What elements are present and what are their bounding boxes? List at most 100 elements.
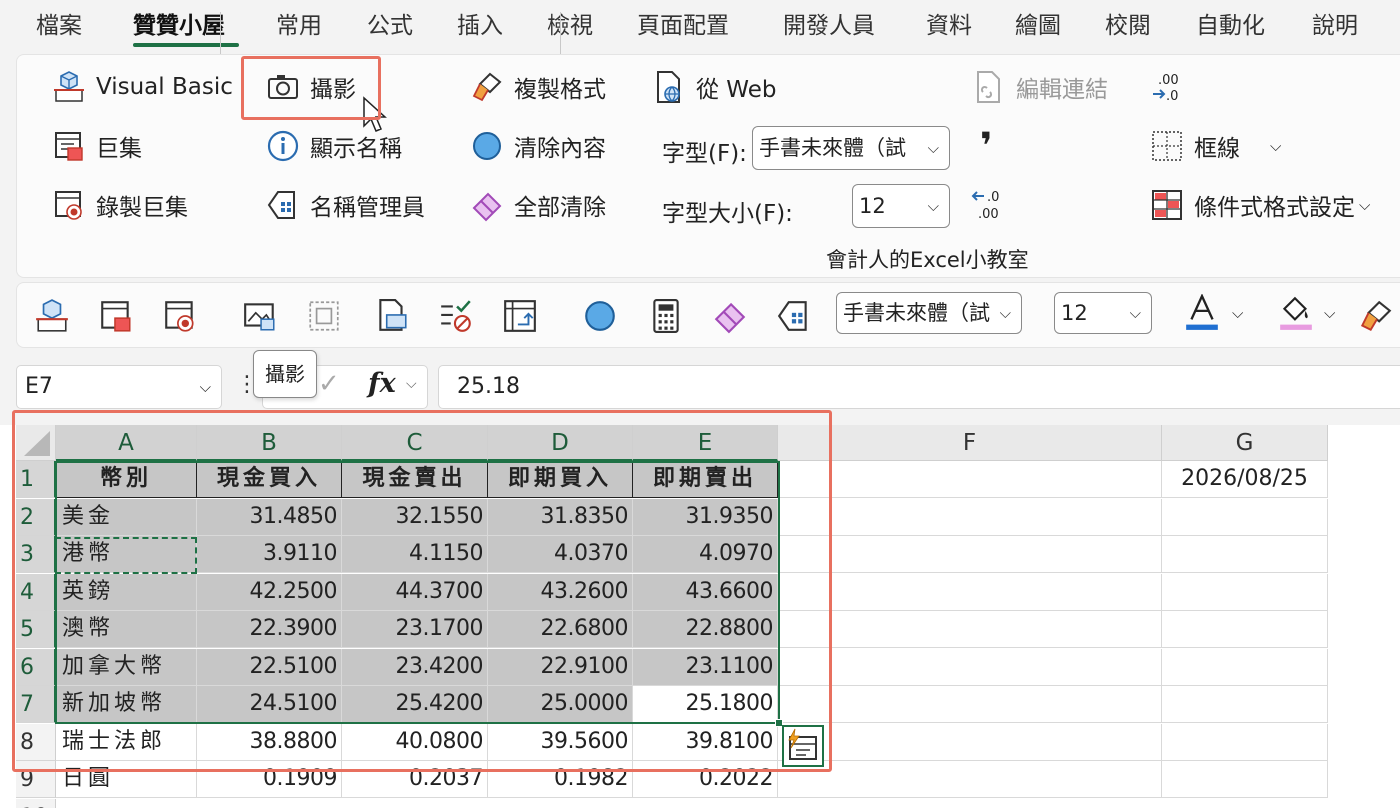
empty-cell[interactable] — [1162, 498, 1328, 536]
column-header-b[interactable]: B — [197, 425, 342, 461]
empty-cell[interactable] — [778, 498, 1162, 536]
rate-cell[interactable]: 43.2600 — [488, 573, 633, 611]
qat-font-size-select[interactable]: 12 ⌵ — [1054, 292, 1152, 334]
rate-cell[interactable]: 22.9100 — [488, 648, 633, 686]
rate-cell[interactable]: 0.1982 — [488, 761, 633, 798]
tab-home[interactable]: 常用 — [276, 6, 322, 40]
rate-cell[interactable]: 0.1909 — [197, 761, 342, 798]
empty-cell[interactable] — [1162, 761, 1328, 798]
rate-cell[interactable]: 40.0800 — [342, 723, 488, 761]
rate-cell[interactable]: 25.1800 — [633, 686, 778, 723]
picture-icon[interactable] — [242, 298, 278, 334]
rate-cell[interactable]: 25.0000 — [488, 686, 633, 723]
visual-basic-button[interactable]: Visual Basic — [52, 70, 233, 104]
font-select[interactable]: 手書未來體（試 ⌵ — [752, 126, 950, 170]
column-header-e[interactable]: E — [633, 425, 778, 461]
row-header-3[interactable]: 3 — [16, 536, 56, 573]
conditional-format-button[interactable]: 條件式格式設定 ⌵ — [1150, 188, 1370, 222]
rate-cell[interactable]: 3.9110 — [197, 536, 342, 573]
rate-cell[interactable]: 4.0970 — [633, 536, 778, 573]
column-header-c[interactable]: C — [342, 425, 488, 461]
formula-input[interactable]: 25.18 — [438, 365, 1400, 409]
column-header-g[interactable]: G — [1162, 425, 1328, 461]
date-cell[interactable]: 2026/08/25 — [1162, 461, 1328, 498]
header-cell[interactable]: 即期賣出 — [633, 461, 778, 498]
qat-font-select[interactable]: 手書未來體（試 ⌵ — [836, 292, 1022, 334]
empty-cell[interactable] — [778, 686, 1162, 723]
currency-cell[interactable]: 英鎊 — [56, 573, 197, 611]
rate-cell[interactable]: 42.2500 — [197, 573, 342, 611]
fill-color-icon[interactable] — [1278, 294, 1314, 332]
rate-cell[interactable]: 31.9350 — [633, 498, 778, 536]
rate-cell[interactable]: 0.2037 — [342, 761, 488, 798]
from-web-button[interactable]: 從 Web — [652, 70, 776, 104]
tab-developer[interactable]: 開發人員 — [783, 6, 875, 40]
format-painter-button[interactable]: 複製格式 — [470, 70, 606, 104]
insert-function-button[interactable]: fx — [368, 368, 396, 399]
name-manager-icon[interactable] — [776, 298, 812, 334]
comma-style-button[interactable]: ❜ — [980, 126, 992, 167]
chevron-down-icon[interactable]: ⌵ — [1232, 304, 1243, 322]
tab-draw[interactable]: 繪圖 — [1015, 6, 1061, 40]
rate-cell[interactable]: 44.3700 — [342, 573, 488, 611]
pivot-table-icon[interactable] — [502, 298, 538, 334]
currency-cell[interactable]: 日圓 — [56, 761, 197, 798]
column-header-f[interactable]: F — [778, 425, 1162, 461]
quick-analysis-button[interactable] — [782, 725, 824, 767]
rate-cell[interactable]: 22.3900 — [197, 611, 342, 648]
tab-formulas[interactable]: 公式 — [367, 6, 413, 40]
tab-review[interactable]: 校閱 — [1105, 6, 1151, 40]
empty-cell[interactable] — [778, 573, 1162, 611]
font-color-icon[interactable] — [1184, 294, 1220, 332]
rate-cell[interactable]: 23.4200 — [342, 648, 488, 686]
empty-cell[interactable] — [1162, 686, 1328, 723]
tab-help[interactable]: 說明 — [1312, 6, 1358, 40]
rate-cell[interactable]: 31.4850 — [197, 498, 342, 536]
tab-automate[interactable]: 自動化 — [1196, 6, 1265, 40]
select-objects-icon[interactable] — [306, 298, 342, 334]
rate-cell[interactable]: 24.5100 — [197, 686, 342, 723]
empty-cell[interactable] — [1162, 648, 1328, 686]
chevron-down-icon[interactable]: ⌵ — [1270, 137, 1281, 155]
rate-cell[interactable]: 31.8350 — [488, 498, 633, 536]
row-header-1[interactable]: 1 — [16, 461, 56, 498]
visual-basic-icon[interactable] — [34, 298, 70, 334]
rate-cell[interactable]: 22.6800 — [488, 611, 633, 648]
empty-cell[interactable] — [778, 761, 1162, 798]
rate-cell[interactable]: 4.1150 — [342, 536, 488, 573]
header-cell[interactable]: 即期買入 — [488, 461, 633, 498]
empty-cell[interactable] — [1162, 723, 1328, 761]
macros-button[interactable]: 巨集 — [52, 129, 142, 163]
borders-button[interactable]: 框線 ⌵ — [1150, 129, 1281, 163]
empty-cell[interactable] — [778, 723, 1162, 761]
chevron-down-icon[interactable]: ⌵ — [406, 376, 417, 392]
edit-links-button[interactable]: 編輯連結 — [972, 70, 1108, 104]
rate-cell[interactable]: 0.2022 — [633, 761, 778, 798]
rate-cell[interactable]: 39.5600 — [488, 723, 633, 761]
empty-cell[interactable] — [1162, 611, 1328, 648]
enter-check-icon[interactable]: ✓ — [318, 369, 340, 399]
row-header-10[interactable]: 10 — [16, 798, 56, 808]
empty-cell[interactable] — [778, 611, 1162, 648]
show-names-button[interactable]: 顯示名稱 — [266, 129, 402, 163]
calculator-icon[interactable] — [648, 298, 684, 334]
name-manager-button[interactable]: 名稱管理員 — [266, 188, 425, 222]
header-cell[interactable]: 現金買入 — [197, 461, 342, 498]
empty-cell[interactable] — [1162, 573, 1328, 611]
tab-view[interactable]: 檢視 — [547, 6, 593, 40]
clear-contents-icon[interactable] — [582, 298, 618, 334]
row-header-9[interactable]: 9 — [16, 761, 56, 798]
currency-cell[interactable]: 瑞士法郎 — [56, 723, 197, 761]
chevron-down-icon[interactable]: ⌵ — [1324, 304, 1335, 322]
header-cell[interactable]: 現金賣出 — [342, 461, 488, 498]
increase-decimal-icon[interactable]: .00 .0 — [1150, 70, 1186, 106]
row-header-6[interactable]: 6 — [16, 648, 56, 686]
tab-zanzan[interactable]: 贊贊小屋 — [133, 6, 225, 40]
tab-data[interactable]: 資料 — [926, 6, 972, 40]
print-preview-icon[interactable] — [374, 298, 410, 334]
select-all-corner[interactable] — [16, 425, 56, 461]
rate-cell[interactable]: 4.0370 — [488, 536, 633, 573]
macros-icon[interactable] — [98, 298, 134, 334]
record-macro-icon[interactable] — [162, 298, 198, 334]
name-box[interactable]: E7 ⌵ — [16, 365, 222, 409]
